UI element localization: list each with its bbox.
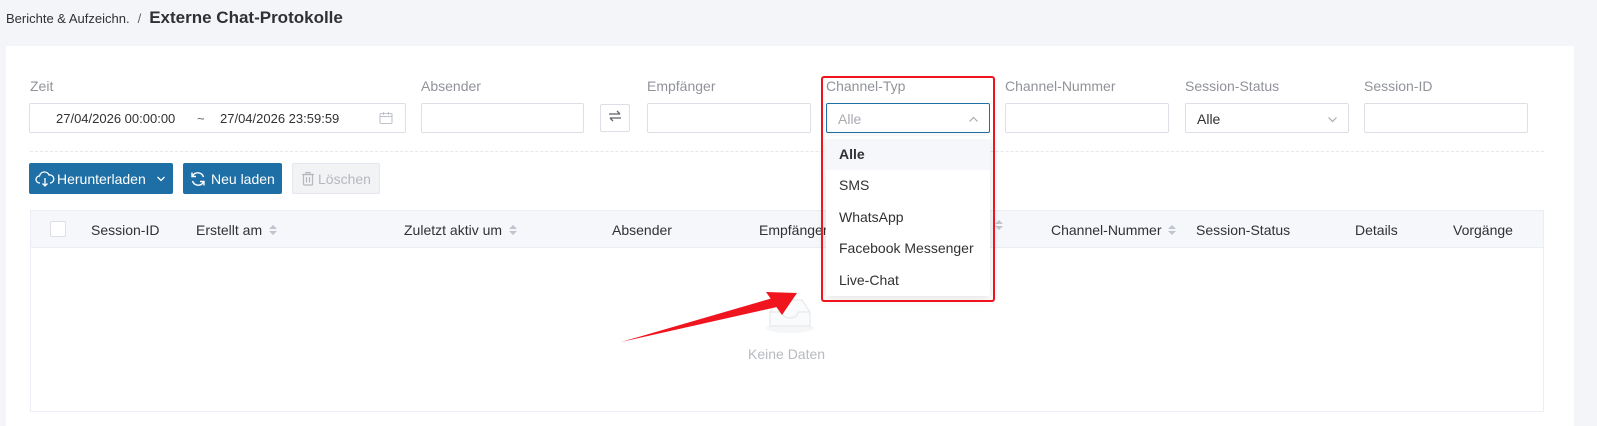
swap-icon — [608, 109, 622, 127]
trash-icon — [301, 171, 315, 186]
date-end[interactable]: 27/04/2026 23:59:59 — [220, 111, 339, 126]
delete-button[interactable]: Löschen — [292, 163, 380, 194]
highlight-box — [821, 76, 995, 302]
divider — [30, 151, 1544, 152]
download-button[interactable]: Herunterladen — [29, 163, 173, 194]
main-card: Zeit Absender Empfänger Channel-Typ Chan… — [6, 46, 1574, 426]
date-start[interactable]: 27/04/2026 00:00:00 — [56, 111, 175, 126]
table-header: Session-ID Erstellt am Zuletzt aktiv um … — [30, 210, 1544, 248]
sort-icon[interactable] — [1168, 225, 1177, 235]
calendar-icon — [379, 111, 393, 130]
col-empfaenger: Empfänger — [759, 222, 828, 238]
col-absender: Absender — [612, 222, 672, 238]
reload-label: Neu laden — [211, 170, 275, 187]
date-range-picker[interactable]: 27/04/2026 00:00:00 ~ 27/04/2026 23:59:5… — [29, 103, 406, 133]
session-status-label: Session-Status — [1185, 78, 1280, 94]
empty-text: Keine Daten — [748, 346, 826, 362]
channel-nummer-input[interactable] — [1005, 103, 1169, 133]
reload-button[interactable]: Neu laden — [183, 163, 282, 194]
col-zuletzt-aktiv[interactable]: Zuletzt aktiv um — [404, 222, 518, 238]
cloud-download-icon — [35, 170, 55, 187]
col-session-id: Session-ID — [91, 222, 160, 238]
absender-label: Absender — [421, 78, 481, 94]
empty-inbox-icon — [764, 296, 816, 339]
session-id-input[interactable] — [1364, 103, 1528, 133]
date-range-separator: ~ — [197, 111, 205, 126]
breadcrumb-parent-link[interactable]: Berichte & Aufzeichn. — [6, 11, 130, 26]
absender-input[interactable] — [421, 103, 584, 133]
refresh-icon — [189, 170, 207, 188]
page-title: Externe Chat-Protokolle — [149, 8, 343, 27]
col-details: Details — [1355, 222, 1398, 238]
sort-icon[interactable] — [269, 225, 278, 235]
session-status-select[interactable]: Alle — [1185, 103, 1349, 133]
zeit-label: Zeit — [30, 78, 54, 94]
chevron-down-icon — [156, 174, 166, 184]
delete-label: Löschen — [318, 170, 371, 187]
col-vorgaenge: Vorgänge — [1453, 222, 1513, 238]
breadcrumb: Berichte & Aufzeichn. / Externe Chat-Pro… — [6, 8, 343, 30]
col-session-status: Session-Status — [1196, 222, 1291, 238]
col-erstellt-am[interactable]: Erstellt am — [196, 222, 278, 238]
swap-button[interactable] — [600, 104, 630, 132]
empfaenger-label: Empfänger — [647, 78, 716, 94]
chevron-down-icon — [1327, 112, 1338, 130]
session-id-label: Session-ID — [1364, 78, 1433, 94]
session-status-value: Alle — [1197, 111, 1221, 127]
sort-icon[interactable] — [509, 225, 518, 235]
sort-icon[interactable] — [995, 220, 1003, 230]
col-channel-nummer[interactable]: Channel-Nummer — [1051, 222, 1177, 238]
breadcrumb-separator: / — [137, 11, 142, 26]
select-all-checkbox[interactable] — [50, 221, 66, 237]
channel-nummer-label: Channel-Nummer — [1005, 78, 1116, 94]
download-label: Herunterladen — [57, 170, 146, 187]
empfaenger-input[interactable] — [647, 103, 811, 133]
